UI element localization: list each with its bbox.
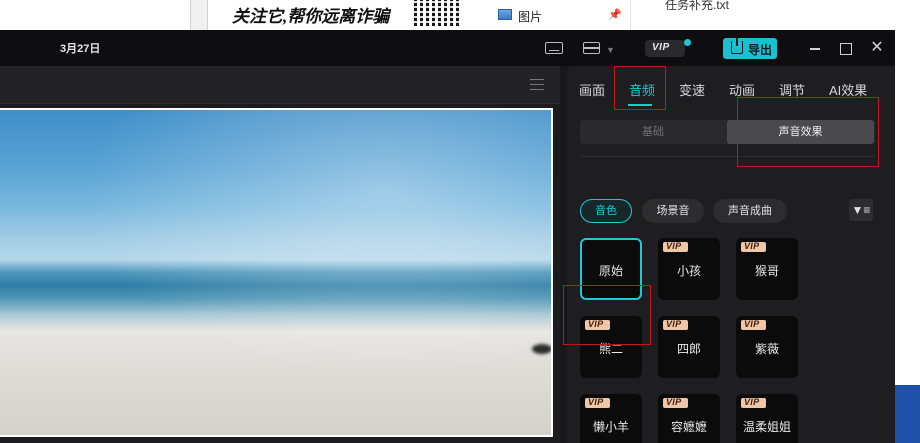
keyboard-shortcuts-icon[interactable] bbox=[545, 42, 563, 54]
inspector-panel: 画面 音频 变速 动画 调节 AI效果 基础 声音效果 音色 场景音 声音成曲 … bbox=[567, 66, 895, 443]
vip-button[interactable]: VIP bbox=[645, 40, 685, 57]
explorer-item-pictures[interactable]: 图片 bbox=[518, 8, 542, 25]
chip-scene-sound[interactable]: 场景音 bbox=[642, 199, 704, 223]
vip-badge-icon: VIP bbox=[741, 319, 766, 330]
chip-sound-to-song[interactable]: 声音成曲 bbox=[713, 199, 787, 223]
audio-mode-switch: 基础 声音效果 bbox=[580, 120, 875, 144]
filter-icon[interactable]: ▼≡ bbox=[849, 199, 873, 221]
tab-picture[interactable]: 画面 bbox=[579, 80, 605, 99]
pin-icon[interactable]: 📌 bbox=[608, 8, 622, 21]
inspector-tabs: 画面 音频 变速 动画 调节 AI效果 bbox=[567, 66, 895, 108]
tab-animation[interactable]: 动画 bbox=[729, 80, 755, 99]
background-desktop-edge bbox=[895, 385, 920, 443]
title-bar: 3月27日 ▼ VIP 导出 ✕ bbox=[0, 30, 895, 66]
minimize-button[interactable] bbox=[806, 39, 824, 57]
voice-card-ziwei[interactable]: VIP 紫薇 bbox=[736, 316, 798, 378]
vip-badge-icon: VIP bbox=[585, 319, 610, 330]
video-shore-rock bbox=[532, 344, 551, 354]
tab-speed[interactable]: 变速 bbox=[679, 80, 705, 99]
voice-card-bear[interactable]: VIP 熊二 bbox=[580, 316, 642, 378]
background-file-list: 任务补充.txt bbox=[630, 0, 920, 30]
voice-card-label: 懒小羊 bbox=[592, 420, 629, 434]
background-divider bbox=[190, 0, 208, 30]
maximize-button[interactable] bbox=[836, 39, 854, 57]
player-menu-icon[interactable] bbox=[530, 79, 544, 90]
video-preview[interactable] bbox=[0, 110, 551, 435]
voice-card-gentle-sister[interactable]: VIP 温柔姐姐 bbox=[736, 394, 798, 443]
voice-card-label: 温柔姐姐 bbox=[742, 420, 791, 434]
vip-badge-icon: VIP bbox=[663, 397, 688, 408]
voice-card-label: 原始 bbox=[598, 264, 623, 278]
vip-badge-icon: VIP bbox=[741, 397, 766, 408]
voice-card-silang[interactable]: VIP 四郎 bbox=[658, 316, 720, 378]
layout-icon[interactable] bbox=[583, 42, 600, 54]
segment-sound-effects[interactable]: 声音效果 bbox=[727, 120, 874, 144]
active-tab-indicator bbox=[628, 104, 652, 106]
export-button[interactable]: 导出 bbox=[723, 37, 777, 59]
voice-card-rong-mama[interactable]: VIP 容嬷嬷 bbox=[658, 394, 720, 443]
file-explorer-strip: 图片 📌 bbox=[470, 0, 630, 30]
vip-badge-icon: VIP bbox=[585, 397, 610, 408]
background-window bbox=[0, 0, 190, 30]
voice-card-lazy-sheep[interactable]: VIP 懒小羊 bbox=[580, 394, 642, 443]
voice-card-label: 容嬷嬷 bbox=[670, 420, 707, 434]
voice-card-original[interactable]: 原始 bbox=[580, 238, 642, 300]
file-item-label[interactable]: 任务补充.txt bbox=[665, 0, 729, 13]
export-label: 导出 bbox=[748, 43, 773, 57]
tab-ai-effects[interactable]: AI效果 bbox=[829, 80, 867, 99]
background-banner: 关注它,帮你远离诈骗 bbox=[208, 0, 470, 30]
vip-notification-dot bbox=[684, 39, 691, 46]
chip-timbre[interactable]: 音色 bbox=[580, 199, 632, 223]
project-title: 3月27日 bbox=[60, 43, 101, 55]
export-icon bbox=[731, 37, 743, 54]
video-editor-window: 3月27日 ▼ VIP 导出 ✕ 画面 音频 变速 动画 调节 AI效果 基础 … bbox=[0, 30, 895, 443]
vip-badge-icon: VIP bbox=[741, 241, 766, 252]
voice-card-monkey[interactable]: VIP 猴哥 bbox=[736, 238, 798, 300]
tab-adjust[interactable]: 调节 bbox=[779, 80, 805, 99]
voice-card-child[interactable]: VIP 小孩 bbox=[658, 238, 720, 300]
voice-card-label: 紫薇 bbox=[754, 342, 779, 356]
close-button[interactable]: ✕ bbox=[868, 39, 886, 57]
voice-card-label: 熊二 bbox=[598, 342, 623, 356]
segment-basic[interactable]: 基础 bbox=[580, 120, 726, 144]
voice-card-label: 四郎 bbox=[676, 342, 701, 356]
video-preview-frame bbox=[0, 108, 553, 437]
player-panel bbox=[0, 66, 560, 443]
banner-text: 关注它,帮你远离诈骗 bbox=[232, 7, 390, 26]
screen: 关注它,帮你远离诈骗 图片 📌 任务补充.txt 3月27日 ▼ VIP 导出 bbox=[0, 0, 920, 443]
voice-card-label: 猴哥 bbox=[754, 264, 779, 278]
vip-badge-icon: VIP bbox=[663, 241, 688, 252]
qr-code-pattern bbox=[414, 0, 462, 26]
vip-badge-icon: VIP bbox=[663, 319, 688, 330]
panel-divider bbox=[580, 156, 875, 157]
player-header bbox=[0, 66, 560, 104]
voice-card-label: 小孩 bbox=[676, 264, 701, 278]
chevron-down-icon[interactable]: ▼ bbox=[606, 41, 615, 59]
pictures-folder-icon bbox=[498, 9, 512, 20]
tab-audio[interactable]: 音频 bbox=[629, 80, 655, 99]
vip-label: VIP bbox=[652, 42, 670, 53]
